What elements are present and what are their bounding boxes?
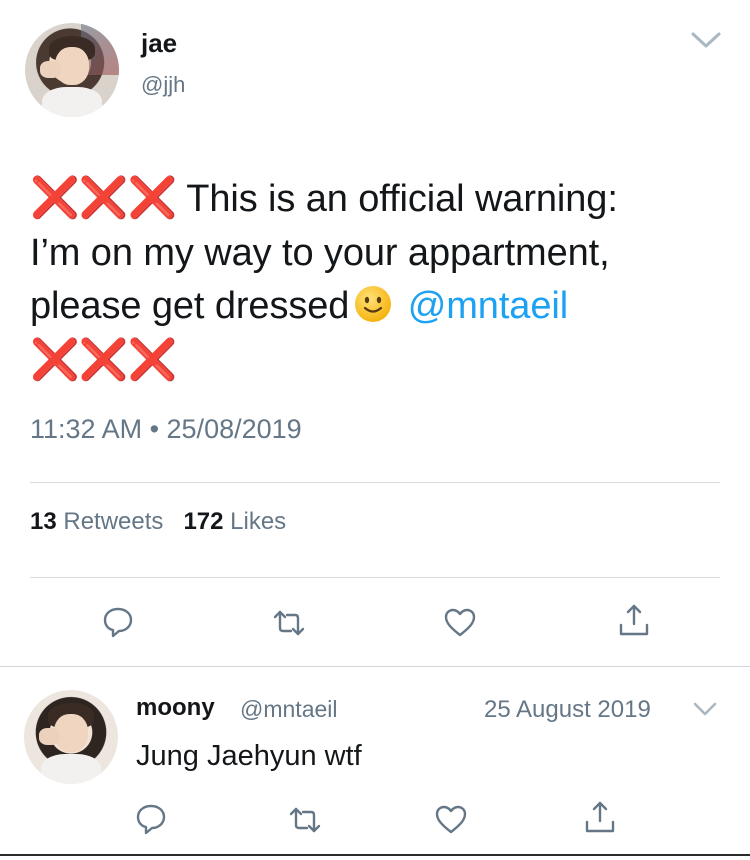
likes-stat[interactable]: 172 Likes <box>183 508 286 535</box>
tweet-line-1: ❌❌❌ This is an official warning: <box>30 172 720 227</box>
reply-author-display-name[interactable]: moony <box>136 694 215 722</box>
bottom-border <box>0 854 750 856</box>
tweet-body: ❌❌❌ This is an official warning: I’m on … <box>30 172 720 387</box>
retweet-icon[interactable] <box>272 606 306 640</box>
retweets-count: 13 <box>30 508 57 535</box>
likes-count: 172 <box>183 508 224 535</box>
reply-date: 25 August 2019 <box>484 696 651 723</box>
cross-marks-suffix: ❌❌❌ <box>30 337 177 382</box>
slightly-smiling-face-icon <box>353 284 393 324</box>
tweet-text-line-2: I’m on my way to your appartment, <box>30 231 610 274</box>
retweets-stat[interactable]: 13 Retweets <box>30 508 163 535</box>
chevron-down-icon[interactable] <box>690 30 722 50</box>
reply-icon[interactable] <box>134 802 168 836</box>
tweet-timestamp: 11:32 AM • 25/08/2019 <box>30 414 302 444</box>
author-handle[interactable]: @jjh <box>141 72 185 98</box>
reply-body: Jung Jaehyun wtf <box>136 740 362 772</box>
author-display-name[interactable]: jae <box>141 28 177 59</box>
retweet-icon[interactable] <box>288 803 322 837</box>
reply-author-handle[interactable]: @mntaeil <box>240 696 338 723</box>
like-icon[interactable] <box>443 606 477 640</box>
mention-link[interactable]: @mntaeil <box>408 285 568 327</box>
divider <box>30 482 720 483</box>
reply-icon[interactable] <box>101 605 135 639</box>
tweet-line-3: please get dressed @mntaeil <box>30 280 720 334</box>
cross-marks-prefix: ❌❌❌ <box>30 176 177 220</box>
tweet-text-line-1: This is an official warning: <box>186 178 618 220</box>
author-avatar[interactable] <box>25 23 119 117</box>
share-icon[interactable] <box>617 603 651 637</box>
tweet-text-line-3: please get dressed <box>30 285 350 327</box>
reply-author-avatar[interactable] <box>24 690 118 784</box>
share-icon[interactable] <box>583 800 617 834</box>
chevron-down-icon[interactable] <box>692 700 718 718</box>
tweet-stats: 13 Retweets 172 Likes <box>30 508 286 536</box>
divider <box>30 577 720 578</box>
likes-label: Likes <box>230 508 287 535</box>
like-icon[interactable] <box>434 803 468 837</box>
retweets-label: Retweets <box>63 508 164 535</box>
section-divider <box>0 666 750 667</box>
